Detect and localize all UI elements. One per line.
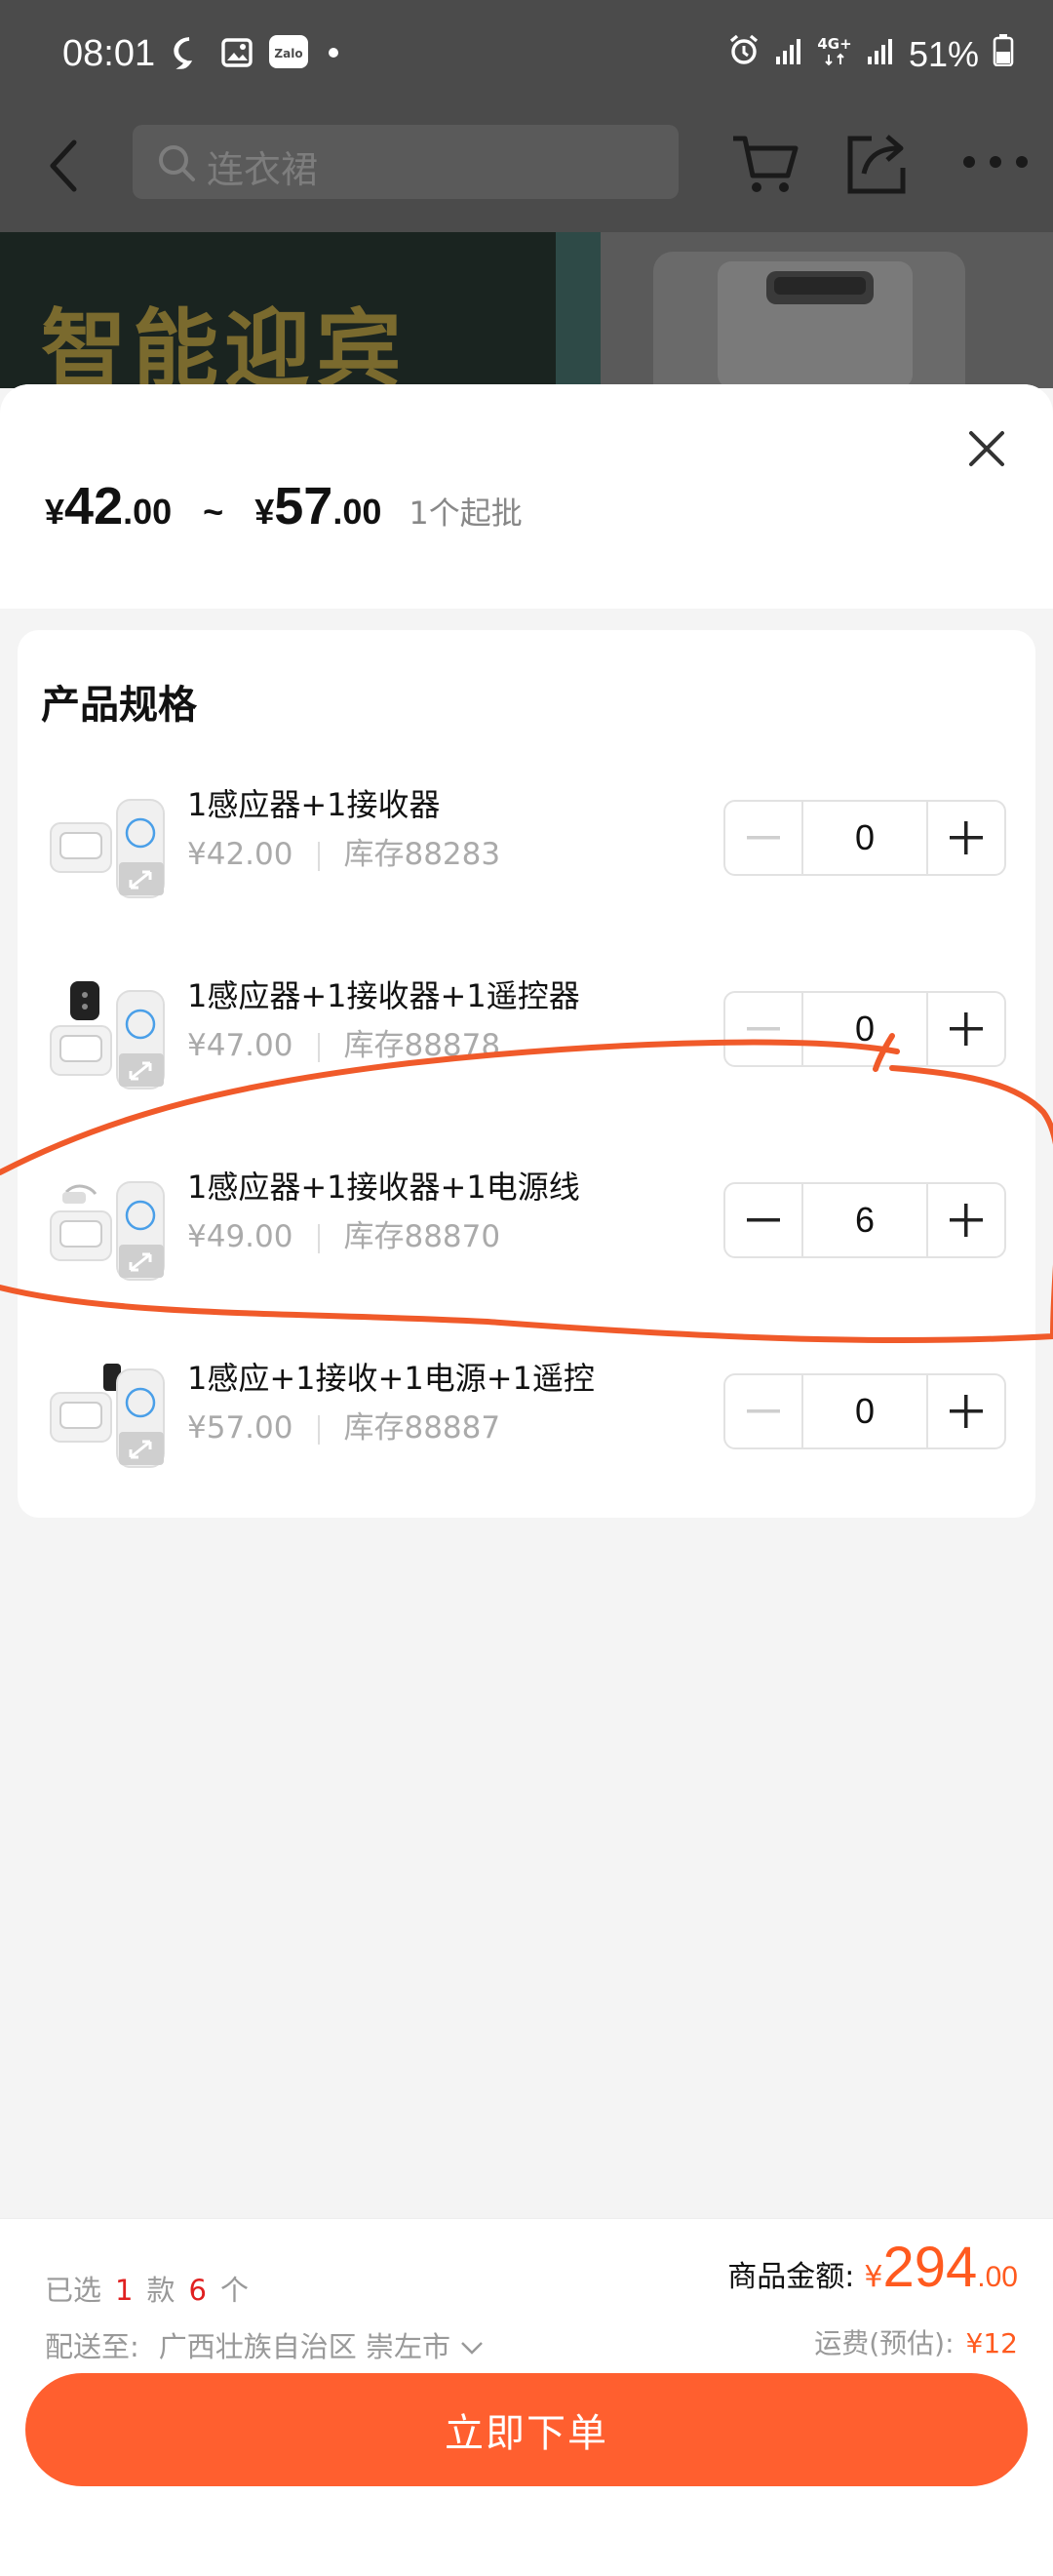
minus-icon[interactable] bbox=[725, 802, 801, 874]
spec-stock: 库存88870 bbox=[343, 1219, 501, 1254]
spec-price: ¥57.00 bbox=[187, 1410, 293, 1446]
plus-icon[interactable] bbox=[928, 1375, 1004, 1447]
selected-count: 6 bbox=[188, 2274, 207, 2307]
min-order-quantity: 1个起批 bbox=[409, 495, 523, 532]
gallery-icon bbox=[220, 36, 254, 73]
goods-amount: 商品金额: ¥294.00 bbox=[727, 2235, 1018, 2300]
search-icon bbox=[156, 142, 197, 192]
spec-stock: 库存88283 bbox=[343, 837, 501, 872]
quantity-stepper: 0 bbox=[723, 800, 1006, 876]
battery-icon bbox=[993, 33, 1014, 75]
currency-symbol: ¥ bbox=[254, 492, 275, 532]
freight-value: ¥12 bbox=[965, 2327, 1018, 2359]
ship-address: 广西壮族自治区 崇左市 bbox=[158, 2330, 450, 2363]
max-price-decimal: .00 bbox=[332, 492, 382, 532]
shipping-destination[interactable]: 配送至: 广西壮族自治区 崇左市 bbox=[45, 2324, 485, 2365]
selected-label: 已选 bbox=[45, 2274, 102, 2307]
amount-value: 294 bbox=[882, 2236, 978, 2299]
spec-meta: ¥57.00 库存88887 bbox=[187, 1403, 500, 1447]
plus-icon[interactable] bbox=[928, 1184, 1004, 1256]
cart-icon[interactable] bbox=[729, 131, 801, 203]
dot-icon bbox=[324, 43, 343, 66]
quantity-stepper: 6 bbox=[723, 1182, 1006, 1258]
status-time: 08:01 bbox=[62, 33, 156, 74]
selected-summary: 已选 1 款 6 个 bbox=[45, 2268, 249, 2309]
svg-text:4G+: 4G+ bbox=[817, 35, 851, 53]
spec-stock: 库存88887 bbox=[343, 1410, 501, 1446]
battery-percent: 51% bbox=[908, 33, 979, 74]
spec-row: 1感应器+1接收器+1遥控器 ¥47.00 库存88878 0 bbox=[18, 960, 1035, 1116]
minus-icon[interactable] bbox=[725, 993, 801, 1065]
sheet-header: ¥42.00 ~ ¥57.00 1个起批 bbox=[0, 384, 1053, 609]
spec-price: ¥42.00 bbox=[187, 837, 293, 872]
close-icon[interactable] bbox=[959, 421, 1014, 476]
kinds-unit: 款 bbox=[146, 2274, 176, 2307]
spec-stock: 库存88878 bbox=[343, 1028, 501, 1063]
min-price-decimal: .00 bbox=[123, 492, 173, 532]
order-footer: 已选 1 款 6 个 配送至: 广西壮族自治区 崇左市 商品金额: ¥294.00 运费(预… bbox=[0, 2218, 1053, 2576]
4g-icon: 4G+ bbox=[817, 33, 852, 75]
section-title: 产品规格 bbox=[41, 683, 197, 728]
zalo-icon: Zalo bbox=[267, 33, 310, 76]
product-banner: 智能迎宾 bbox=[0, 232, 1053, 388]
spec-name: 1感应器+1接收器 bbox=[187, 786, 441, 823]
minus-icon[interactable] bbox=[725, 1184, 801, 1256]
spec-meta: ¥42.00 库存88283 bbox=[187, 829, 500, 873]
ship-label: 配送至: bbox=[45, 2330, 139, 2363]
product-thumbnail[interactable] bbox=[47, 1364, 193, 1481]
range-separator: ~ bbox=[203, 492, 224, 532]
amount-decimal: .00 bbox=[977, 2261, 1018, 2293]
amount-label: 商品金额: bbox=[727, 2260, 855, 2294]
quantity-input[interactable]: 0 bbox=[801, 993, 928, 1065]
more-icon[interactable] bbox=[959, 152, 1032, 176]
spec-name: 1感应+1接收+1电源+1遥控 bbox=[187, 1360, 595, 1397]
spec-meta: ¥49.00 库存88870 bbox=[187, 1211, 500, 1255]
search-input[interactable]: 连衣裙 bbox=[133, 125, 679, 199]
max-price: 57 bbox=[274, 477, 333, 535]
share-icon[interactable] bbox=[844, 129, 909, 201]
quantity-input[interactable]: 0 bbox=[801, 802, 928, 874]
spec-price: ¥47.00 bbox=[187, 1028, 293, 1063]
quantity-input[interactable]: 6 bbox=[801, 1184, 928, 1256]
freight-label: 运费(预估): bbox=[814, 2327, 955, 2359]
product-thumbnail[interactable] bbox=[47, 981, 193, 1098]
currency-symbol: ¥ bbox=[45, 492, 65, 532]
status-bar: 08:01 Zalo 4G+ 51% bbox=[0, 0, 1053, 115]
banner-divider bbox=[556, 232, 601, 388]
quantity-input[interactable]: 0 bbox=[801, 1375, 928, 1447]
alarm-icon bbox=[727, 33, 760, 75]
spec-card: 产品规格 1感应器+1接收器 ¥42.00 库存88283 0 1感应器+1接收… bbox=[18, 630, 1035, 1518]
plus-icon[interactable] bbox=[928, 993, 1004, 1065]
search-placeholder: 连衣裙 bbox=[207, 148, 319, 191]
banner-product-image bbox=[601, 232, 1053, 388]
min-price: 42 bbox=[64, 477, 124, 535]
spec-row: 1感应器+1接收器 ¥42.00 库存88283 0 bbox=[18, 769, 1035, 925]
chat-bubble-icon bbox=[172, 35, 207, 74]
spec-row: 1感应器+1接收器+1电源线 ¥49.00 库存88870 6 bbox=[18, 1151, 1035, 1307]
back-icon[interactable] bbox=[43, 135, 86, 201]
signal-icon bbox=[774, 34, 803, 75]
spec-name: 1感应器+1接收器+1遥控器 bbox=[187, 977, 580, 1014]
spec-price: ¥49.00 bbox=[187, 1219, 293, 1254]
spec-meta: ¥47.00 库存88878 bbox=[187, 1020, 500, 1064]
product-thumbnail[interactable] bbox=[47, 1172, 193, 1289]
minus-icon[interactable] bbox=[725, 1375, 801, 1447]
banner-title: 智能迎宾 bbox=[41, 299, 409, 388]
freight-estimate: 运费(预估): ¥12 bbox=[814, 2322, 1018, 2361]
plus-icon[interactable] bbox=[928, 802, 1004, 874]
quantity-stepper: 0 bbox=[723, 1373, 1006, 1449]
quantity-stepper: 0 bbox=[723, 991, 1006, 1067]
signal-icon bbox=[866, 34, 895, 75]
amount-currency: ¥ bbox=[864, 2260, 883, 2294]
spec-row: 1感应+1接收+1电源+1遥控 ¥57.00 库存88887 0 bbox=[18, 1342, 1035, 1498]
spec-name: 1感应器+1接收器+1电源线 bbox=[187, 1169, 580, 1206]
chevron-down-icon bbox=[459, 2330, 485, 2363]
selected-kinds: 1 bbox=[115, 2274, 134, 2307]
svg-text:Zalo: Zalo bbox=[274, 47, 302, 60]
product-thumbnail[interactable] bbox=[47, 790, 193, 907]
count-unit: 个 bbox=[219, 2274, 249, 2307]
buy-now-button[interactable]: 立即下单 bbox=[25, 2373, 1028, 2486]
price-range: ¥42.00 ~ ¥57.00 1个起批 bbox=[45, 476, 523, 536]
